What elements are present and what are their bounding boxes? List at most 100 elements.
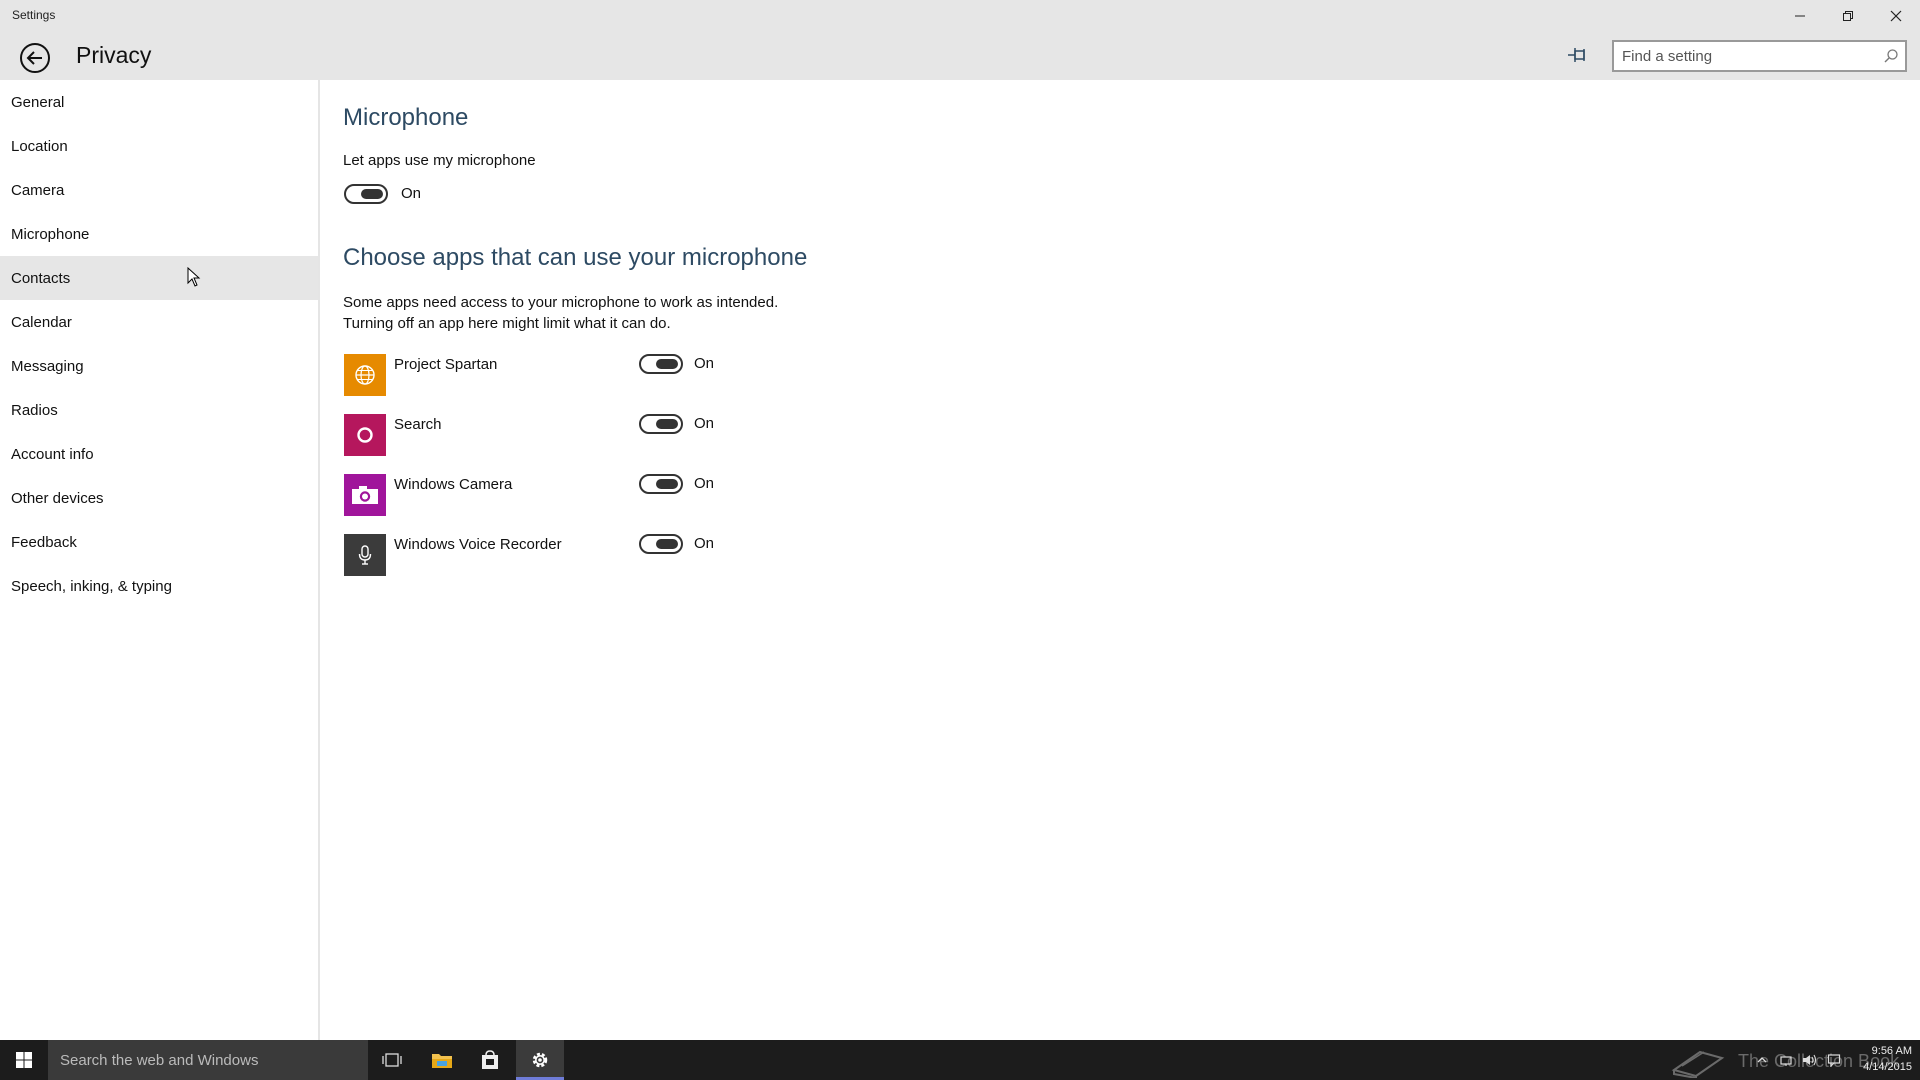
window-controls bbox=[1776, 0, 1920, 32]
restore-icon bbox=[1843, 11, 1853, 21]
sidebar-item-account-info[interactable]: Account info bbox=[0, 432, 318, 476]
sidebar-item-label: Messaging bbox=[11, 357, 84, 375]
app-tile-search bbox=[344, 414, 386, 456]
globe-icon bbox=[355, 365, 375, 385]
section-heading-microphone: Microphone bbox=[343, 104, 469, 131]
sidebar-item-label: Account info bbox=[11, 445, 94, 463]
task-view-button[interactable] bbox=[368, 1040, 416, 1080]
store-button[interactable] bbox=[466, 1040, 514, 1080]
action-center-button[interactable] bbox=[1822, 1040, 1846, 1080]
toggle-windows-voice-recorder[interactable] bbox=[639, 534, 683, 554]
sidebar-item-label: Feedback bbox=[11, 533, 77, 551]
app-title: Settings bbox=[12, 8, 56, 22]
app-name: Project Spartan bbox=[394, 356, 498, 373]
file-explorer-button[interactable] bbox=[418, 1040, 466, 1080]
shopping-bag-icon bbox=[482, 1050, 498, 1069]
sidebar-item-general[interactable]: General bbox=[0, 80, 318, 124]
sidebar-item-label: Microphone bbox=[11, 225, 90, 243]
app-tile-windows-camera bbox=[344, 474, 386, 516]
camera-icon bbox=[352, 486, 378, 504]
toggle-state: On bbox=[694, 535, 715, 552]
sidebar-item-calendar[interactable]: Calendar bbox=[0, 300, 318, 344]
network-tray-button[interactable] bbox=[1774, 1040, 1798, 1080]
sidebar-item-label: Speech, inking, & typing bbox=[11, 577, 172, 595]
sidebar-item-radios[interactable]: Radios bbox=[0, 388, 318, 432]
description-line-2: Turning off an app here might limit what… bbox=[343, 315, 671, 332]
restore-button[interactable] bbox=[1824, 0, 1872, 32]
minimize-button[interactable] bbox=[1776, 0, 1824, 32]
microphone-icon bbox=[358, 545, 372, 565]
sidebar-item-label: General bbox=[11, 93, 65, 111]
toggle-knob bbox=[656, 359, 678, 369]
clock-time: 9:56 AM bbox=[1871, 1045, 1912, 1057]
minimize-icon bbox=[1795, 15, 1805, 17]
back-arrow-icon bbox=[20, 43, 50, 73]
toggle-knob bbox=[656, 479, 678, 489]
toggle-state: On bbox=[694, 415, 715, 432]
master-toggle-label: Let apps use my microphone bbox=[343, 152, 536, 169]
toggle-state: On bbox=[694, 475, 715, 492]
taskbar-search-box[interactable]: Search the web and Windows bbox=[48, 1040, 368, 1080]
description-line-1: Some apps need access to your microphone… bbox=[343, 294, 779, 311]
close-button[interactable] bbox=[1872, 0, 1920, 32]
toggle-windows-camera[interactable] bbox=[639, 474, 683, 494]
apps-description: Some apps need access to your microphone… bbox=[343, 292, 943, 334]
sidebar-item-feedback[interactable]: Feedback bbox=[0, 520, 318, 564]
app-tile-windows-voice-recorder bbox=[344, 534, 386, 576]
sidebar-item-label: Contacts bbox=[11, 269, 71, 287]
sidebar-item-other-devices[interactable]: Other devices bbox=[0, 476, 318, 520]
start-button[interactable] bbox=[0, 1040, 48, 1080]
task-view-icon bbox=[382, 1053, 402, 1067]
toggle-knob bbox=[361, 189, 383, 199]
volume-tray-button[interactable] bbox=[1798, 1040, 1822, 1080]
settings-window: Settings Privacy Find a setting General … bbox=[0, 0, 1920, 1040]
sidebar-item-microphone[interactable]: Microphone bbox=[0, 212, 318, 256]
app-tile-project-spartan bbox=[344, 354, 386, 396]
taskbar: Search the web and Windows The Collectio… bbox=[0, 1040, 1920, 1080]
title-bar: Settings Privacy bbox=[0, 0, 1920, 80]
toggle-knob bbox=[656, 539, 678, 549]
master-microphone-toggle[interactable] bbox=[344, 184, 388, 204]
chevron-up-icon bbox=[1757, 1057, 1767, 1063]
microphone-settings-panel: Microphone Let apps use my microphone On… bbox=[343, 80, 1843, 1040]
search-icon[interactable] bbox=[1883, 48, 1899, 64]
toggle-search[interactable] bbox=[639, 414, 683, 434]
app-row-project-spartan: Project Spartan On bbox=[343, 354, 943, 396]
speaker-icon bbox=[1803, 1054, 1817, 1066]
app-row-windows-camera: Windows Camera On bbox=[343, 474, 943, 516]
app-name: Windows Camera bbox=[394, 476, 513, 493]
toggle-project-spartan[interactable] bbox=[639, 354, 683, 374]
sidebar-item-label: Calendar bbox=[11, 313, 72, 331]
sidebar-item-contacts[interactable]: Contacts bbox=[0, 256, 318, 300]
find-setting-search[interactable] bbox=[1612, 40, 1907, 72]
taskbar-clock[interactable]: 9:56 AM 4/14/2015 bbox=[1852, 1043, 1912, 1075]
mouse-cursor-icon bbox=[187, 267, 201, 287]
settings-taskbar-button[interactable] bbox=[516, 1040, 564, 1080]
section-heading-choose-apps: Choose apps that can use your microphone bbox=[343, 244, 808, 271]
app-row-search: Search On bbox=[343, 414, 943, 456]
show-hidden-icons-button[interactable] bbox=[1750, 1040, 1774, 1080]
system-tray bbox=[1750, 1040, 1846, 1080]
network-icon bbox=[1780, 1056, 1792, 1066]
gear-icon bbox=[532, 1052, 548, 1068]
taskbar-search-placeholder: Search the web and Windows bbox=[60, 1051, 259, 1069]
back-button[interactable] bbox=[18, 41, 52, 75]
pin-to-start-button[interactable] bbox=[1566, 46, 1590, 64]
search-input[interactable] bbox=[1614, 42, 1864, 70]
sidebar-item-messaging[interactable]: Messaging bbox=[0, 344, 318, 388]
app-row-windows-voice-recorder: Windows Voice Recorder On bbox=[343, 534, 943, 576]
toggle-knob bbox=[656, 419, 678, 429]
pin-icon bbox=[1568, 48, 1585, 62]
circle-ring-icon bbox=[357, 427, 373, 443]
windows-logo-icon bbox=[16, 1052, 32, 1068]
toggle-state: On bbox=[694, 355, 715, 372]
sidebar-item-camera[interactable]: Camera bbox=[0, 168, 318, 212]
sidebar-item-label: Location bbox=[11, 137, 68, 155]
page-title: Privacy bbox=[76, 42, 152, 68]
sidebar-item-speech-inking-typing[interactable]: Speech, inking, & typing bbox=[0, 564, 318, 608]
app-name: Search bbox=[394, 416, 442, 433]
message-icon bbox=[1827, 1054, 1841, 1067]
sidebar-item-location[interactable]: Location bbox=[0, 124, 318, 168]
book-icon bbox=[1671, 1050, 1725, 1078]
privacy-sidebar: General Location Camera Microphone Conta… bbox=[0, 80, 320, 1040]
